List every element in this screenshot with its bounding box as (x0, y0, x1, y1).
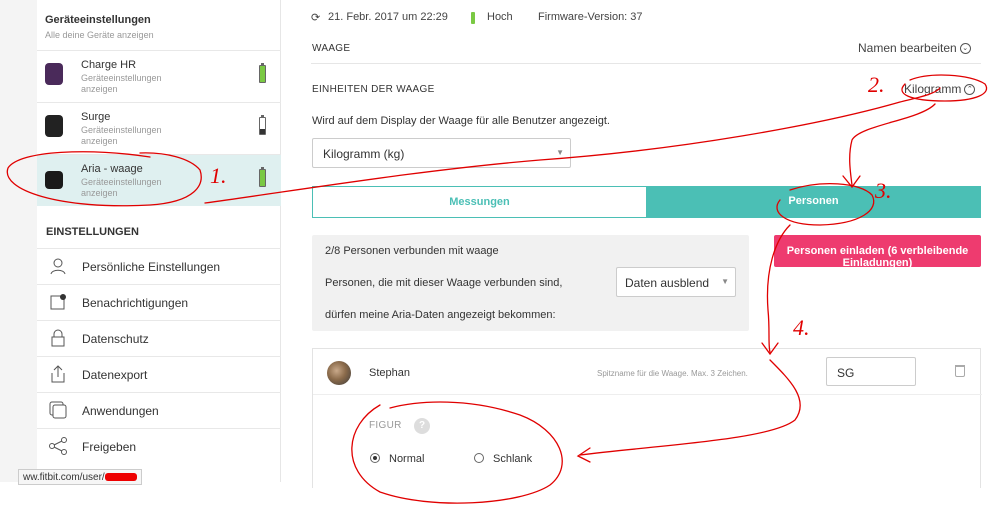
device-settings-title: Geräteeinstellungen (45, 14, 151, 26)
aria-scale-icon (45, 171, 63, 189)
dropdown-caret-icon: ▼ (556, 148, 564, 157)
battery-icon (259, 115, 266, 135)
person-icon (50, 258, 66, 275)
units-heading: EINHEITEN DER WAAGE (312, 84, 435, 95)
units-select-value: Kilogramm (kg) (323, 147, 405, 161)
divider (311, 63, 981, 64)
firmware-version: Firmware-Version: 37 (538, 11, 643, 23)
person-card: Stephan Spitzname für die Waage. Max. 3 … (312, 348, 982, 488)
device-subtitle: Geräteeinstellungen anzeigen (81, 73, 162, 94)
menu-label: Freigeben (82, 440, 137, 454)
figure-label: FIGUR (369, 420, 402, 431)
share-text-line-2: dürfen meine Aria-Daten angezeigt bekomm… (325, 309, 556, 321)
radio-slim-label: Schlank (493, 453, 533, 465)
device-name: Surge (81, 111, 111, 123)
tab-measurements[interactable]: Messungen (312, 186, 647, 218)
battery-level: Hoch (487, 11, 513, 23)
sidebar-gutter (0, 0, 37, 482)
trash-icon[interactable] (955, 365, 965, 377)
invite-persons-button[interactable]: Personen einladen (6 verbleibende Einlad… (774, 235, 981, 267)
menu-label: Datenexport (82, 368, 148, 382)
device-heading: WAAGE (312, 43, 351, 54)
share-icon (49, 437, 67, 455)
menu-share[interactable]: Freigeben (37, 428, 281, 464)
help-icon[interactable]: ? (414, 418, 430, 434)
menu-applications[interactable]: Anwendungen (37, 392, 281, 428)
radio-normal[interactable] (370, 453, 380, 463)
charge-hr-icon (45, 63, 63, 85)
annotation-label-4: 4. (793, 315, 810, 340)
share-select-value: Daten ausblend (625, 276, 710, 290)
last-sync-time: 21. Febr. 2017 um 22:29 (328, 11, 448, 23)
units-value-label: Kilogramm (904, 82, 962, 96)
units-description: Wird auf dem Display der Waage für alle … (312, 115, 610, 127)
sync-icon[interactable]: ⟳ (311, 11, 320, 24)
nickname-input[interactable]: SG (826, 357, 916, 386)
sidebar: Geräteeinstellungen Alle deine Geräte an… (0, 0, 281, 482)
chevron-up-icon: ⌃ (964, 84, 976, 96)
lock-icon (51, 329, 65, 347)
units-toggle[interactable]: Kilogramm ⌃ (904, 82, 976, 96)
annotation-arrow-3 (849, 103, 936, 186)
dropdown-caret-icon: ▼ (719, 277, 729, 286)
device-surge[interactable]: Surge Geräteeinstellungen anzeigen (37, 102, 281, 152)
url-text: ww.fitbit.com/user/ (23, 472, 105, 483)
settings-title: EINSTELLUNGEN (46, 226, 139, 238)
battery-high-icon (471, 12, 475, 24)
annotation-label-2: 2. (868, 72, 885, 97)
connected-count: 2/8 Personen verbunden mit waage (325, 245, 499, 257)
rename-label: Namen bearbeiten (858, 41, 957, 55)
menu-personal-settings[interactable]: Persönliche Einstellungen (37, 248, 281, 284)
menu-label: Persönliche Einstellungen (82, 260, 221, 274)
avatar (327, 361, 351, 385)
menu-label: Datenschutz (82, 332, 149, 346)
person-name: Stephan (369, 367, 410, 379)
tab-bar: Messungen Personen (312, 186, 981, 218)
redaction-mark (104, 473, 137, 482)
surge-icon (45, 115, 63, 137)
share-visibility-select[interactable]: Daten ausblend ▼ (616, 267, 736, 297)
rename-button[interactable]: Namen bearbeiten ⌄ (858, 41, 971, 55)
person-header: Stephan Spitzname für die Waage. Max. 3 … (313, 349, 982, 395)
device-subtitle: Geräteeinstellungen anzeigen (81, 125, 162, 146)
menu-label: Benachrichtigungen (82, 296, 189, 310)
tab-persons[interactable]: Personen (646, 186, 981, 218)
status-bar-url: ww.fitbit.com/user/ (18, 469, 142, 485)
menu-label: Anwendungen (82, 404, 159, 418)
battery-icon (259, 63, 266, 83)
battery-icon (259, 167, 266, 187)
chevron-down-icon: ⌄ (959, 43, 971, 55)
notification-icon (50, 294, 66, 310)
nickname-hint: Spitzname für die Waage. Max. 3 Zeichen. (597, 369, 748, 378)
menu-data-export[interactable]: Datenexport (37, 356, 281, 392)
apps-icon (49, 401, 67, 419)
device-name: Aria - waage (81, 163, 143, 175)
units-select[interactable]: Kilogramm (kg) ▼ (312, 138, 571, 168)
share-text-line-1: Personen, die mit dieser Waage verbunden… (325, 277, 563, 289)
menu-notifications[interactable]: Benachrichtigungen (37, 284, 281, 320)
device-charge-hr[interactable]: Charge HR Geräteeinstellungen anzeigen (37, 50, 281, 100)
device-subtitle: Geräteeinstellungen anzeigen (81, 177, 162, 198)
sharing-panel: 2/8 Personen verbunden mit waage Persone… (312, 235, 749, 331)
menu-privacy[interactable]: Datenschutz (37, 320, 281, 356)
radio-slim[interactable] (474, 453, 484, 463)
device-name: Charge HR (81, 59, 137, 71)
export-icon (51, 365, 65, 383)
show-all-devices-link[interactable]: Alle deine Geräte anzeigen (45, 30, 154, 40)
device-aria-waage[interactable]: Aria - waage Geräteeinstellungen anzeige… (37, 154, 281, 206)
radio-normal-label: Normal (389, 453, 425, 465)
